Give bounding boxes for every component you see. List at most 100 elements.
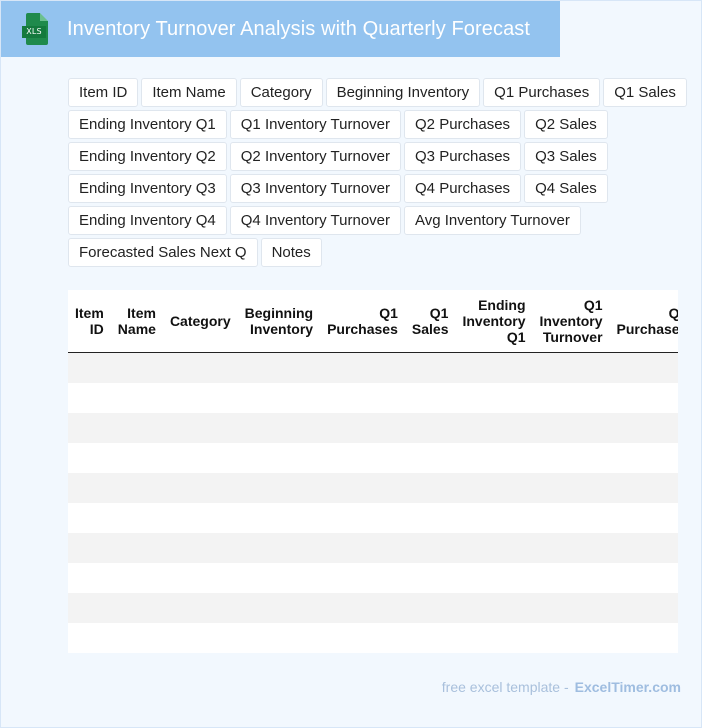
table-cell[interactable] bbox=[320, 563, 405, 593]
table-cell[interactable] bbox=[111, 473, 163, 503]
table-cell[interactable] bbox=[533, 443, 610, 473]
table-cell[interactable] bbox=[238, 593, 320, 623]
table-cell[interactable] bbox=[238, 473, 320, 503]
table-cell[interactable] bbox=[238, 563, 320, 593]
column-header[interactable]: Item Name bbox=[110, 290, 163, 353]
table-cell[interactable] bbox=[533, 623, 610, 653]
column-chip[interactable]: Ending Inventory Q3 bbox=[68, 174, 227, 203]
table-cell[interactable] bbox=[68, 593, 111, 623]
table-cell[interactable] bbox=[455, 623, 532, 653]
column-chip[interactable]: Category bbox=[239, 78, 323, 107]
table-cell[interactable] bbox=[405, 533, 456, 563]
table-cell[interactable] bbox=[610, 413, 678, 443]
table-cell[interactable] bbox=[111, 533, 163, 563]
table-cell[interactable] bbox=[111, 593, 163, 623]
column-chip[interactable]: Q1 Inventory Turnover bbox=[229, 110, 402, 139]
table-cell[interactable] bbox=[405, 383, 456, 413]
column-chip[interactable]: Q4 Purchases bbox=[404, 174, 522, 203]
table-cell[interactable] bbox=[111, 443, 163, 473]
table-cell[interactable] bbox=[238, 503, 320, 533]
table-cell[interactable] bbox=[163, 593, 238, 623]
table-cell[interactable] bbox=[68, 473, 111, 503]
table-cell[interactable] bbox=[68, 353, 111, 384]
column-chip[interactable]: Ending Inventory Q4 bbox=[68, 206, 227, 235]
column-chip[interactable]: Beginning Inventory bbox=[325, 78, 481, 107]
table-cell[interactable] bbox=[163, 443, 238, 473]
table-cell[interactable] bbox=[533, 503, 610, 533]
table-cell[interactable] bbox=[533, 563, 610, 593]
table-cell[interactable] bbox=[610, 383, 678, 413]
column-header[interactable]: Q1 Purchases bbox=[320, 290, 405, 353]
table-cell[interactable] bbox=[68, 623, 111, 653]
table-cell[interactable] bbox=[405, 353, 456, 384]
table-cell[interactable] bbox=[238, 533, 320, 563]
table-cell[interactable] bbox=[533, 593, 610, 623]
table-cell[interactable] bbox=[405, 413, 456, 443]
table-cell[interactable] bbox=[533, 533, 610, 563]
column-chip[interactable]: Q1 Sales bbox=[603, 78, 687, 107]
table-cell[interactable] bbox=[610, 503, 678, 533]
table-cell[interactable] bbox=[163, 383, 238, 413]
table-cell[interactable] bbox=[455, 353, 532, 384]
table-cell[interactable] bbox=[68, 443, 111, 473]
table-cell[interactable] bbox=[320, 593, 405, 623]
table-cell[interactable] bbox=[320, 383, 405, 413]
table-cell[interactable] bbox=[320, 353, 405, 384]
table-cell[interactable] bbox=[533, 383, 610, 413]
table-cell[interactable] bbox=[68, 383, 111, 413]
table-cell[interactable] bbox=[455, 563, 532, 593]
table-cell[interactable] bbox=[111, 383, 163, 413]
footer-brand-link[interactable]: ExcelTimer.com bbox=[575, 679, 681, 695]
table-cell[interactable] bbox=[455, 473, 532, 503]
column-header[interactable]: Item ID bbox=[68, 290, 111, 353]
table-cell[interactable] bbox=[163, 503, 238, 533]
table-cell[interactable] bbox=[320, 533, 405, 563]
column-header[interactable]: Q1 Sales bbox=[404, 290, 456, 353]
table-cell[interactable] bbox=[455, 503, 532, 533]
column-chip[interactable]: Forecasted Sales Next Q bbox=[68, 238, 258, 267]
column-header[interactable]: Category bbox=[162, 290, 238, 353]
table-cell[interactable] bbox=[111, 503, 163, 533]
table-cell[interactable] bbox=[455, 413, 532, 443]
column-chip[interactable]: Q3 Inventory Turnover bbox=[229, 174, 402, 203]
table-cell[interactable] bbox=[320, 623, 405, 653]
table-cell[interactable] bbox=[320, 413, 405, 443]
table-cell[interactable] bbox=[610, 593, 678, 623]
table-cell[interactable] bbox=[238, 383, 320, 413]
table-cell[interactable] bbox=[405, 563, 456, 593]
table-cell[interactable] bbox=[238, 413, 320, 443]
column-chip[interactable]: Q2 Sales bbox=[524, 110, 608, 139]
table-cell[interactable] bbox=[111, 623, 163, 653]
table-cell[interactable] bbox=[111, 563, 163, 593]
table-cell[interactable] bbox=[610, 353, 678, 384]
table-cell[interactable] bbox=[163, 473, 238, 503]
table-cell[interactable] bbox=[610, 443, 678, 473]
column-chip[interactable]: Ending Inventory Q1 bbox=[68, 110, 227, 139]
table-cell[interactable] bbox=[111, 413, 163, 443]
table-cell[interactable] bbox=[455, 593, 532, 623]
table-cell[interactable] bbox=[533, 353, 610, 384]
table-cell[interactable] bbox=[405, 443, 456, 473]
table-cell[interactable] bbox=[320, 503, 405, 533]
table-cell[interactable] bbox=[111, 353, 163, 384]
column-chip[interactable]: Q2 Purchases bbox=[404, 110, 522, 139]
table-cell[interactable] bbox=[455, 443, 532, 473]
table-cell[interactable] bbox=[405, 623, 456, 653]
column-chip[interactable]: Q1 Purchases bbox=[483, 78, 601, 107]
table-cell[interactable] bbox=[610, 563, 678, 593]
column-chip[interactable]: Notes bbox=[260, 238, 322, 267]
table-cell[interactable] bbox=[610, 533, 678, 563]
table-cell[interactable] bbox=[68, 413, 111, 443]
table-cell[interactable] bbox=[163, 623, 238, 653]
column-header[interactable]: Ending Inventory Q1 bbox=[455, 290, 533, 353]
table-cell[interactable] bbox=[320, 443, 405, 473]
table-cell[interactable] bbox=[610, 473, 678, 503]
table-cell[interactable] bbox=[68, 503, 111, 533]
column-header[interactable]: Beginning Inventory bbox=[237, 290, 321, 353]
table-cell[interactable] bbox=[405, 593, 456, 623]
column-chip[interactable]: Avg Inventory Turnover bbox=[404, 206, 581, 235]
table-cell[interactable] bbox=[238, 353, 320, 384]
table-cell[interactable] bbox=[238, 623, 320, 653]
column-header[interactable]: Q2Purchases bbox=[609, 290, 678, 353]
column-chip[interactable]: Q4 Inventory Turnover bbox=[229, 206, 402, 235]
